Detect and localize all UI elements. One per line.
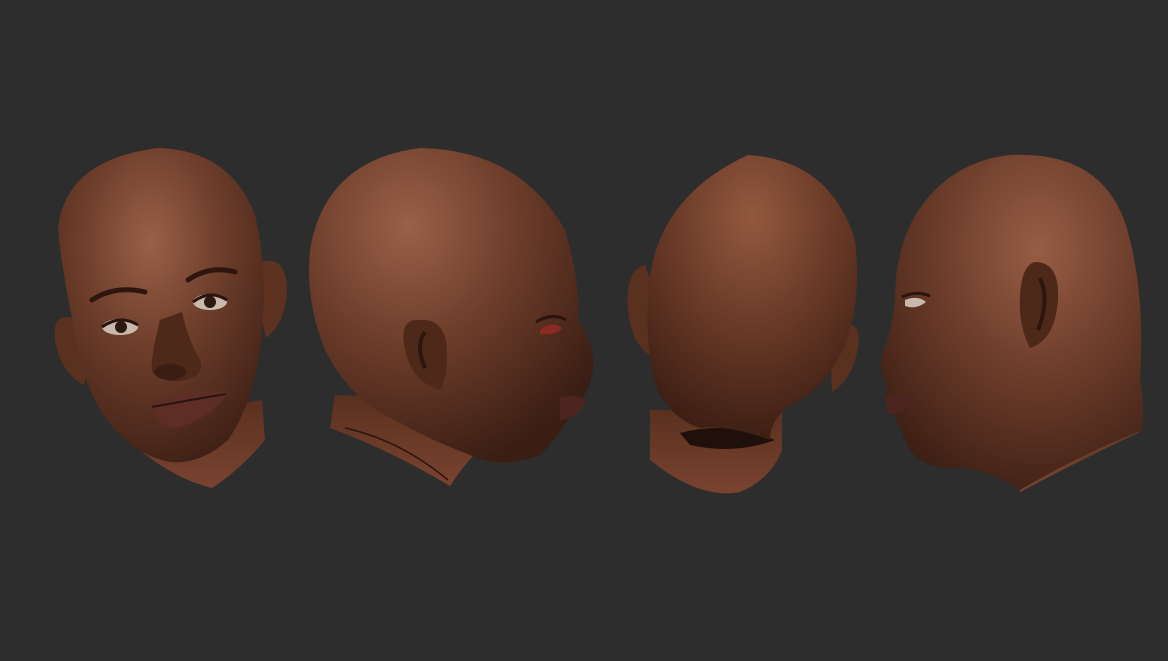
iris-right <box>204 296 216 308</box>
iris-left <box>115 321 127 333</box>
head-sculpt-turnaround <box>0 0 1168 661</box>
render-viewport <box>0 0 1168 661</box>
